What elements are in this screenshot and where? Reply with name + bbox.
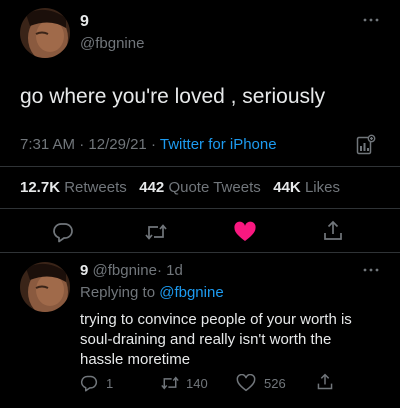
likes-label: Likes bbox=[304, 179, 340, 196]
reply-handle[interactable]: @fbgnine bbox=[93, 262, 157, 279]
share-icon bbox=[324, 220, 342, 240]
avatar-photo bbox=[20, 8, 70, 58]
tweet-text: go where you're loved , seriously bbox=[20, 85, 326, 108]
reply-button[interactable] bbox=[52, 221, 74, 243]
share-icon bbox=[317, 373, 333, 390]
reply-display-name[interactable]: 9 bbox=[80, 262, 88, 279]
heart-filled-icon bbox=[234, 221, 256, 241]
tweet-time[interactable]: 7:31 AM bbox=[20, 136, 75, 153]
reply-more-icon[interactable] bbox=[362, 266, 380, 274]
author-display-name[interactable]: 9 bbox=[80, 13, 89, 31]
retweets-label: Retweets bbox=[64, 179, 127, 196]
meta-dot: · bbox=[150, 136, 156, 153]
reply-text: trying to convince people of your worth … bbox=[80, 310, 352, 370]
reply-author-avatar[interactable] bbox=[20, 262, 70, 312]
tweet-meta: 7:31 AM · 12/29/21 · Twitter for iPhone bbox=[20, 136, 277, 153]
likes-stat[interactable]: 44K Likes bbox=[273, 179, 340, 196]
reply-header: 9 @fbgnine· 1d bbox=[80, 262, 183, 279]
quotes-stat[interactable]: 442 Quote Tweets bbox=[139, 179, 265, 196]
tweet-stats: 12.7K Retweets 442 Quote Tweets 44K Like… bbox=[20, 179, 340, 196]
analytics-icon[interactable] bbox=[356, 134, 376, 156]
replying-to-handle[interactable]: @fbgnine bbox=[159, 284, 223, 301]
retweets-stat[interactable]: 12.7K Retweets bbox=[20, 179, 131, 196]
quotes-label: Quote Tweets bbox=[168, 179, 261, 196]
avatar-photo bbox=[20, 262, 70, 312]
reply-age[interactable]: 1d bbox=[166, 262, 183, 279]
reply-share-button[interactable] bbox=[316, 372, 334, 392]
heart-icon bbox=[236, 374, 256, 392]
separator bbox=[0, 166, 400, 167]
tweet-more-icon[interactable] bbox=[362, 16, 380, 24]
retweets-count: 12.7K bbox=[20, 179, 61, 196]
reply-text-line: trying to convince people of your worth … bbox=[80, 311, 352, 328]
reply-retweet-button[interactable]: 140 bbox=[160, 374, 208, 392]
reply-icon bbox=[80, 375, 98, 392]
reply-like-count: 526 bbox=[264, 375, 286, 391]
author-avatar[interactable] bbox=[20, 8, 70, 58]
reply-dot: · bbox=[156, 262, 162, 279]
reply-reply-button[interactable]: 1 bbox=[80, 374, 113, 392]
like-button[interactable] bbox=[233, 221, 257, 243]
replying-to: Replying to @fbgnine bbox=[80, 284, 224, 301]
retweet-button[interactable] bbox=[144, 221, 168, 243]
reply-reply-count: 1 bbox=[106, 375, 114, 391]
tweet-source[interactable]: Twitter for iPhone bbox=[160, 136, 277, 153]
likes-count: 44K bbox=[273, 179, 301, 196]
quotes-count: 442 bbox=[139, 179, 165, 196]
tweet-date[interactable]: 12/29/21 bbox=[88, 136, 146, 153]
reply-text-line: hassle moretime bbox=[80, 351, 191, 368]
reply-retweet-count: 140 bbox=[186, 375, 208, 391]
meta-dot: · bbox=[79, 136, 85, 153]
retweet-icon bbox=[161, 376, 179, 390]
separator bbox=[0, 208, 400, 209]
separator bbox=[0, 252, 400, 253]
retweet-icon bbox=[145, 224, 167, 240]
share-button[interactable] bbox=[322, 219, 344, 243]
reply-text-line: soul-draining and really isn't worth the bbox=[80, 331, 332, 348]
reply-like-button[interactable]: 526 bbox=[236, 374, 286, 392]
reply-icon bbox=[53, 223, 73, 243]
replying-to-label: Replying to bbox=[80, 284, 156, 301]
author-handle[interactable]: @fbgnine bbox=[80, 35, 144, 52]
